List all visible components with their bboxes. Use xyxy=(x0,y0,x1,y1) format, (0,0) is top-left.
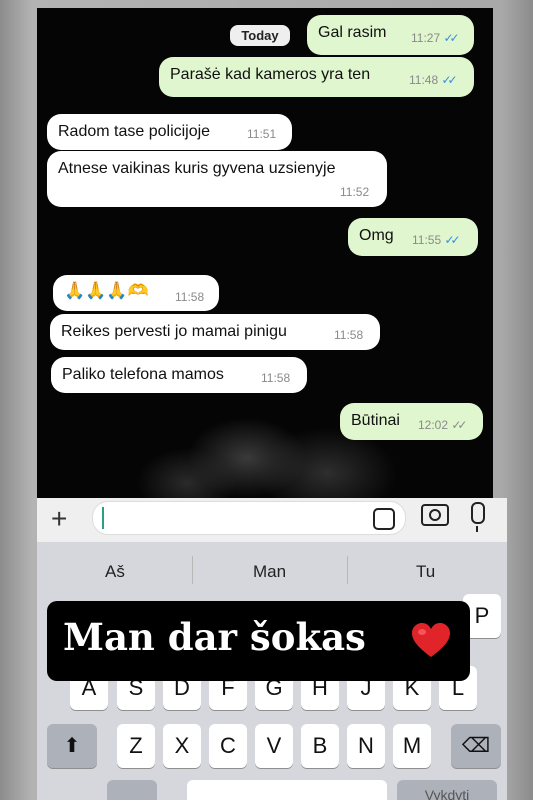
message-incoming[interactable]: 🙏🙏🙏🫶 11:58 xyxy=(53,275,219,311)
key-x[interactable]: X xyxy=(163,724,201,768)
message-outgoing[interactable]: Parašė kad kameros yra ten 11:48 ✓✓ xyxy=(159,57,474,97)
space-key[interactable] xyxy=(187,780,387,800)
message-text: Būtinai xyxy=(351,412,400,429)
key-z[interactable]: Z xyxy=(117,724,155,768)
microphone-icon[interactable] xyxy=(471,502,485,532)
key-c[interactable]: C xyxy=(209,724,247,768)
message-time: 11:27 xyxy=(411,31,441,45)
double-check-icon: ✓✓ xyxy=(444,233,460,247)
story-text: Man dar šokas xyxy=(63,615,366,659)
backspace-icon[interactable]: ⌫ xyxy=(451,724,501,768)
date-separator: Today xyxy=(230,25,290,46)
shift-icon[interactable]: ⬆ xyxy=(47,724,97,768)
red-heart-icon xyxy=(412,623,450,657)
message-outgoing[interactable]: Omg 11:55 ✓✓ xyxy=(348,218,478,256)
message-incoming[interactable]: Paliko telefona mamos 11:58 xyxy=(51,357,307,393)
message-time: 11:51 xyxy=(247,127,277,141)
suggestion-1[interactable]: Aš xyxy=(105,562,125,582)
story-text-sticker[interactable]: Man dar šokas xyxy=(47,601,470,681)
key-b[interactable]: B xyxy=(301,724,339,768)
message-incoming[interactable]: Atnese vaikinas kuris gyvena uzsienyje 1… xyxy=(47,151,387,207)
message-time: 11:58 xyxy=(261,371,291,385)
story-frame: Today Gal rasim 11:27 ✓✓ Parašė kad kame… xyxy=(0,0,533,800)
double-check-icon: ✓✓ xyxy=(441,73,457,87)
key-v[interactable]: V xyxy=(255,724,293,768)
message-time: 11:58 xyxy=(334,328,364,342)
plus-icon[interactable]: + xyxy=(51,504,67,534)
message-incoming[interactable]: Reikes pervesti jo mamai pinigu 11:58 xyxy=(50,314,380,350)
message-text: Paliko telefona mamos xyxy=(62,366,224,383)
return-key[interactable]: Vykdyti xyxy=(397,780,497,800)
message-incoming[interactable]: Radom tase policijoje 11:51 xyxy=(47,114,292,150)
message-outgoing[interactable]: Būtinai 12:02 ✓✓ xyxy=(340,403,483,440)
double-check-icon: ✓✓ xyxy=(451,418,467,432)
message-outgoing[interactable]: Gal rasim 11:27 ✓✓ xyxy=(307,15,474,55)
message-text: Radom tase policijoje xyxy=(58,123,211,140)
emoji-key[interactable] xyxy=(107,780,157,800)
message-time: 12:02 xyxy=(418,418,449,432)
suggestion-3[interactable]: Tu xyxy=(416,562,435,582)
message-text: Atnese vaikinas kuris gyvena uzsienyje xyxy=(58,160,336,177)
message-time: 11:58 xyxy=(175,290,205,304)
key-m[interactable]: M xyxy=(393,724,431,768)
message-text: Omg xyxy=(359,227,394,244)
message-text: Reikes pervesti jo mamai pinigu xyxy=(61,323,287,340)
message-time: 11:48 xyxy=(409,73,439,87)
suggestion-2[interactable]: Man xyxy=(253,562,286,582)
message-time: 11:55 xyxy=(412,233,442,247)
message-emoji: 🙏🙏🙏🫶 xyxy=(64,281,149,300)
message-input[interactable] xyxy=(92,501,406,535)
message-input-bar: + xyxy=(37,498,507,542)
double-check-icon: ✓✓ xyxy=(443,31,459,45)
message-text: Gal rasim xyxy=(318,24,387,41)
camera-icon[interactable] xyxy=(421,504,449,526)
message-text: Parašė kad kameros yra ten xyxy=(170,66,371,83)
suggestion-divider xyxy=(347,556,348,584)
key-n[interactable]: N xyxy=(347,724,385,768)
suggestion-divider xyxy=(192,556,193,584)
sticker-icon[interactable] xyxy=(373,508,395,530)
message-time: 11:52 xyxy=(340,185,370,199)
text-cursor xyxy=(102,507,104,529)
